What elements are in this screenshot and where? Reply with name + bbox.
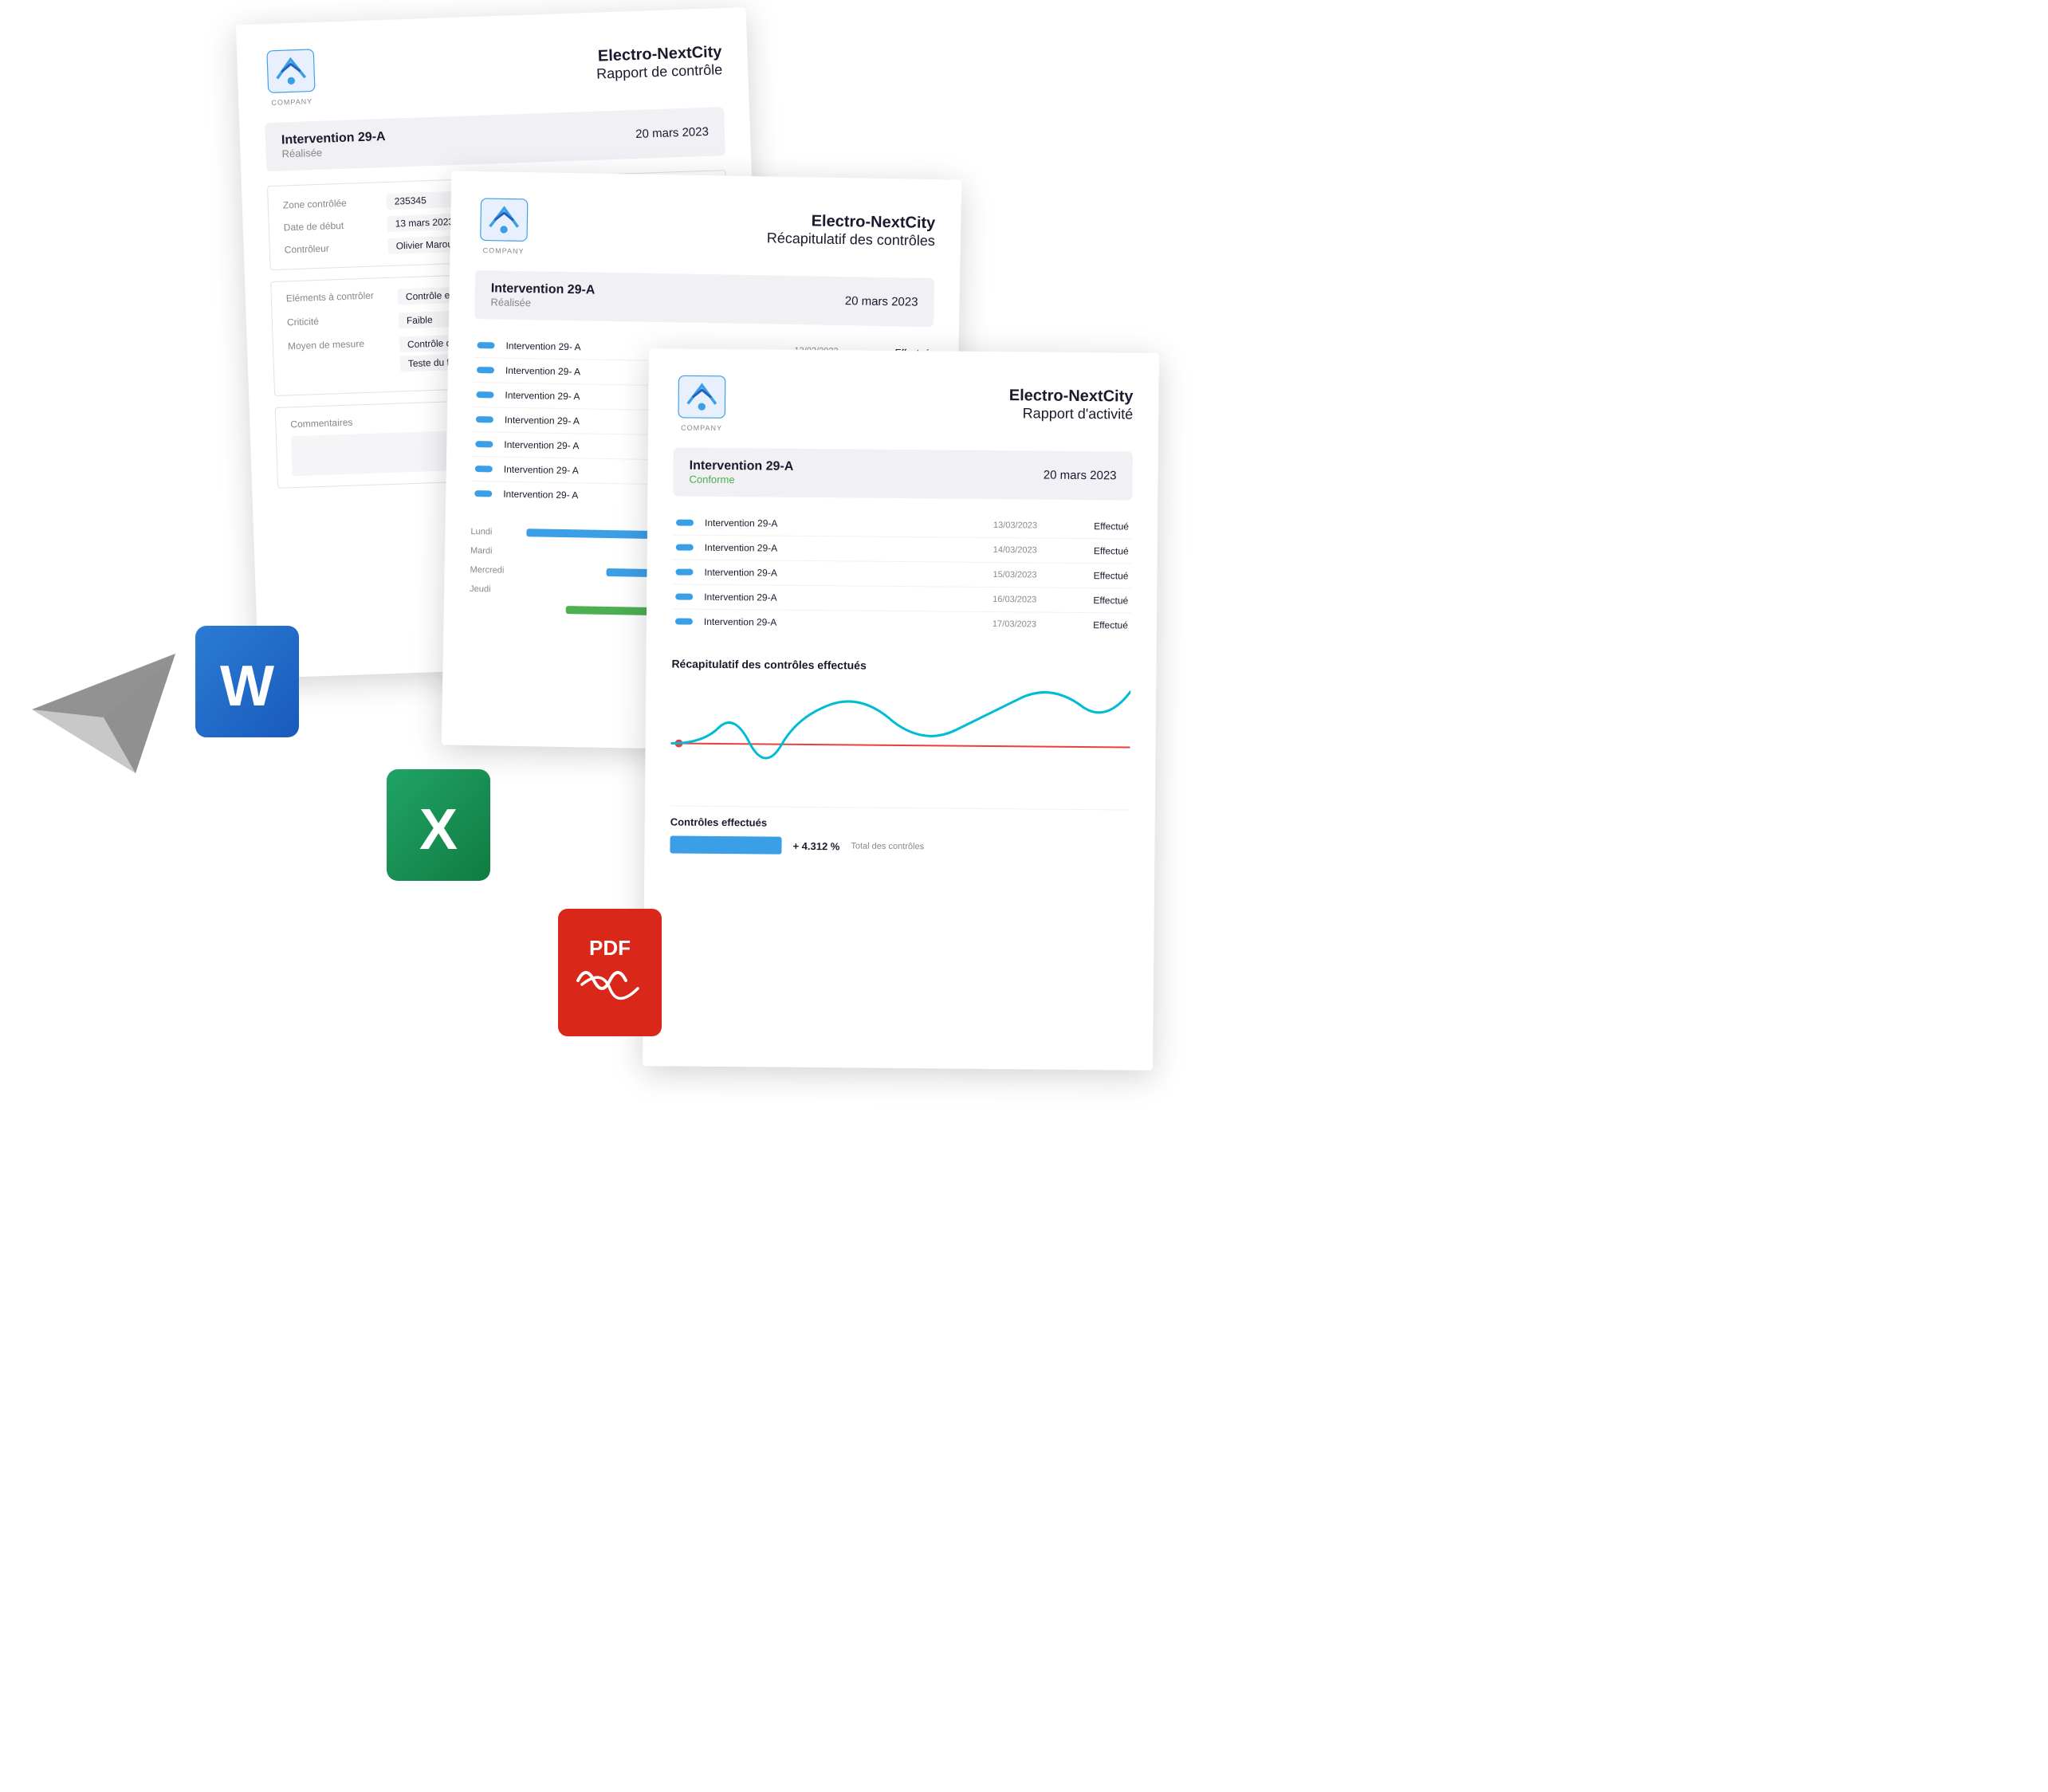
ctrl-indicator [475, 441, 493, 447]
doc3-chart-area [670, 680, 1130, 788]
doc3-subtitle: Rapport d'activité [742, 403, 1133, 422]
paper-plane-icon [24, 638, 183, 781]
gantt-label: Lundi [470, 527, 526, 537]
doc1-controleur-label: Contrôleur [285, 241, 388, 256]
ctrl-indicator [476, 391, 493, 398]
doc3-intervention-bar: Intervention 29-A Conforme 20 mars 2023 [673, 448, 1133, 501]
doc1-int-info: Intervention 29-A Réalisée [281, 130, 387, 160]
ctrl-name: Intervention 29-A [704, 567, 993, 580]
ctrl-indicator [676, 544, 694, 551]
doc3-chart-section: Récapitulatif des contrôles effectués [670, 646, 1131, 799]
doc3-int-date: 20 mars 2023 [1044, 469, 1117, 483]
ctrl-name: Intervention 29-A [704, 616, 993, 630]
doc3-control-row: Intervention 29-A 16/03/2023 Effectué [672, 585, 1131, 614]
doc2-intervention-bar: Intervention 29-A Réalisée 20 mars 2023 [474, 270, 934, 327]
ctrl-date: 13/03/2023 [993, 521, 1065, 531]
gantt-label: Mercredi [470, 565, 525, 576]
ctrl-indicator [477, 342, 494, 348]
doc1-el-label: Eléments à contrôler [286, 289, 398, 305]
doc3-int-name: Intervention 29-A [690, 459, 794, 474]
word-icon: W [191, 622, 303, 741]
gantt-label [470, 608, 525, 609]
doc2-int-date: 20 mars 2023 [845, 294, 918, 309]
doc3-control-row: Intervention 29-A 13/03/2023 Effectué [673, 511, 1132, 540]
ctrl-status: Effectué [1064, 619, 1128, 631]
doc2-int-status: Réalisée [490, 297, 595, 310]
doc3-ctrl-eff-bar-row: + 4.312 % Total des contrôles [670, 836, 1129, 858]
doc3-controls-list: Intervention 29-A 13/03/2023 Effectué In… [672, 511, 1132, 638]
ctrl-status: Effectué [1065, 521, 1129, 532]
ctrl-indicator [675, 594, 693, 600]
ctrl-name: Intervention 29-A [705, 542, 993, 556]
ctrl-indicator [474, 490, 492, 497]
doc3-int-status: Conforme [689, 474, 793, 486]
svg-text:W: W [220, 654, 274, 718]
doc3-ctrl-effectues: Contrôles effectués + 4.312 % Total des … [670, 806, 1130, 867]
ctrl-indicator [675, 619, 693, 625]
ctrl-status: Effectué [1065, 545, 1129, 557]
ctrl-date: 17/03/2023 [993, 619, 1064, 630]
doc2-logo: COMPANY [476, 194, 533, 255]
doc3-int-info: Intervention 29-A Conforme [689, 459, 793, 486]
doc-activite: COMPANY Electro-NextCity Rapport d'activ… [643, 348, 1159, 1071]
svg-text:PDF: PDF [589, 936, 631, 960]
doc1-int-date: 20 mars 2023 [635, 125, 709, 141]
doc3-logo: COMPANY [674, 371, 730, 433]
doc1-zone-label: Zone contrôlée [283, 196, 387, 211]
ctrl-name: Intervention 29-A [704, 591, 993, 605]
doc3-ctrl-eff-title: Contrôles effectués [670, 816, 1130, 832]
doc2-int-info: Intervention 29-A Réalisée [490, 282, 595, 310]
doc1-intervention-bar: Intervention 29-A Réalisée 20 mars 2023 [265, 107, 725, 171]
gantt-label: Mardi [470, 546, 526, 556]
doc2-title-block: Electro-NextCity Récapitulatif des contr… [544, 208, 936, 250]
ctrl-indicator [476, 416, 493, 422]
doc3-header: COMPANY Electro-NextCity Rapport d'activ… [674, 371, 1134, 436]
doc3-control-row: Intervention 29-A 17/03/2023 Effectué [672, 610, 1131, 638]
doc1-date-label: Date de début [284, 218, 387, 234]
ctrl-indicator [477, 367, 494, 373]
doc1-int-status: Réalisée [281, 144, 386, 160]
ctrl-name: Intervention 29-A [705, 517, 993, 531]
doc3-ctrl-eff-total: Total des contrôles [851, 842, 924, 852]
doc2-company-label: COMPANY [483, 246, 525, 255]
pdf-icon: PDF pdf [558, 909, 662, 1036]
gantt-label: Jeudi [470, 584, 525, 595]
doc3-company-label: COMPANY [681, 424, 722, 432]
doc1-crit-label: Criticité [287, 313, 399, 328]
ctrl-date: 16/03/2023 [993, 595, 1064, 605]
ctrl-indicator [676, 520, 694, 526]
ctrl-status: Effectué [1064, 570, 1128, 582]
doc1-moyen-label: Moyen de mesure [288, 337, 399, 352]
doc3-ctrl-eff-bar [670, 836, 781, 855]
doc1-logo: COMPANY [262, 45, 320, 108]
doc1-title-block: Electro-NextCity Rapport de contrôle [331, 43, 722, 92]
doc2-int-name: Intervention 29-A [491, 282, 596, 298]
doc3-ctrl-eff-pct: + 4.312 % [792, 839, 839, 852]
ctrl-indicator [475, 466, 493, 472]
doc1-company-label: COMPANY [271, 97, 313, 107]
doc3-title-block: Electro-NextCity Rapport d'activité [742, 384, 1133, 422]
ctrl-date: 15/03/2023 [993, 570, 1064, 580]
svg-text:X: X [419, 798, 458, 862]
ctrl-indicator [675, 569, 693, 576]
excel-icon: X [383, 765, 494, 885]
doc2-header: COMPANY Electro-NextCity Récapitulatif d… [476, 194, 936, 262]
doc3-control-row: Intervention 29-A 14/03/2023 Effectué [673, 536, 1132, 564]
doc3-control-row: Intervention 29-A 15/03/2023 Effectué [672, 560, 1131, 589]
doc3-chart-title: Récapitulatif des contrôles effectués [671, 658, 1130, 674]
doc1-header: COMPANY Electro-NextCity Rapport de cont… [262, 30, 723, 107]
ctrl-date: 14/03/2023 [993, 545, 1065, 556]
ctrl-status: Effectué [1064, 595, 1128, 607]
